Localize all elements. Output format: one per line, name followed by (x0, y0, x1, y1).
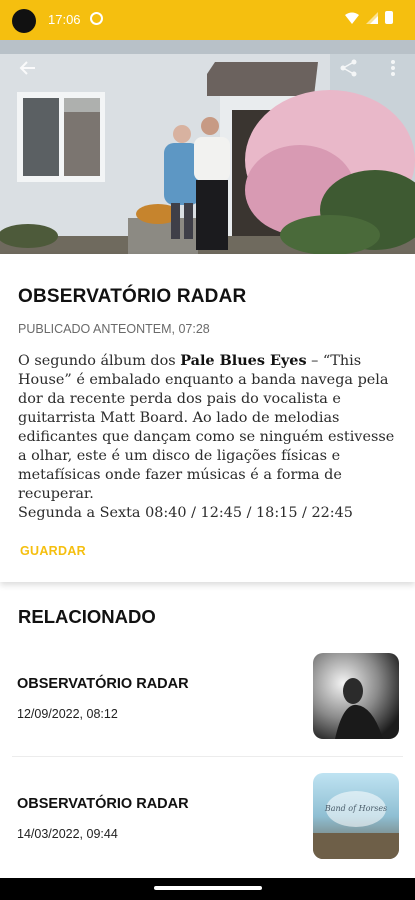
related-item[interactable]: OBSERVATÓRIO RADAR 14/03/2022, 09:44 Ban… (0, 760, 415, 878)
divider (12, 756, 403, 757)
thumbnail-image (313, 653, 399, 739)
related-item-thumbnail: Band of Horses (313, 773, 399, 859)
article-title: OBSERVATÓRIO RADAR (18, 286, 247, 307)
save-button[interactable]: GUARDAR (20, 544, 86, 558)
article-card: OBSERVATÓRIO RADAR PUBLICADO ANTEONTEM, … (0, 254, 415, 582)
more-vert-icon (391, 60, 395, 76)
related-item-date: 14/03/2022, 09:44 (17, 827, 118, 841)
article-body-artist: Matt Board (100, 410, 184, 426)
hero-image (0, 40, 415, 254)
navigation-bar (0, 878, 415, 900)
status-icons (345, 11, 393, 24)
related-item[interactable]: OBSERVATÓRIO RADAR 12/09/2022, 08:12 (0, 640, 415, 758)
article-body: O segundo álbum dos Pale Blues Eyes – “T… (18, 351, 403, 523)
article-body-band: Pale Blues Eyes (180, 352, 307, 369)
more-button[interactable] (377, 52, 409, 84)
back-button[interactable] (12, 52, 44, 84)
signal-icon (366, 11, 378, 24)
battery-icon (385, 11, 393, 24)
related-title: RELACIONADO (18, 606, 156, 627)
article-published-date: PUBLICADO ANTEONTEM, 07:28 (18, 322, 210, 336)
related-item-title: OBSERVATÓRIO RADAR (17, 796, 189, 812)
share-button[interactable] (333, 52, 365, 84)
thumbnail-image: Band of Horses (313, 773, 399, 859)
related-item-thumbnail (313, 653, 399, 739)
svg-text:Band of Horses: Band of Horses (324, 804, 387, 813)
back-arrow-icon (19, 61, 35, 75)
article-schedule: Segunda a Sexta 08:40 / 12:45 / 18:15 / … (18, 505, 353, 521)
home-indicator[interactable] (154, 886, 262, 890)
wifi-icon (345, 12, 359, 24)
status-bar: 17:06 (0, 0, 415, 40)
status-time: 17:06 (48, 12, 81, 27)
related-item-date: 12/09/2022, 08:12 (17, 707, 118, 721)
share-icon (340, 59, 357, 77)
sync-icon (90, 12, 103, 25)
article-body-intro: O segundo álbum dos (18, 353, 181, 369)
related-item-title: OBSERVATÓRIO RADAR (17, 676, 189, 692)
camera-cutout (12, 9, 36, 33)
